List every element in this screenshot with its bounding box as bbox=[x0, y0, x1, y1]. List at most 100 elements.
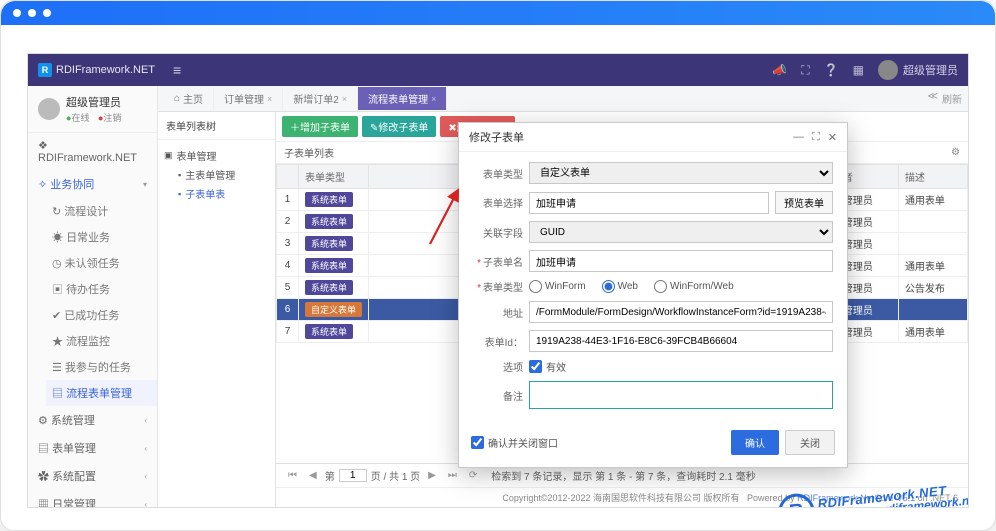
edit-subform-button[interactable]: ✎修改子表单 bbox=[362, 116, 436, 137]
hamburger-icon[interactable]: ≡ bbox=[173, 62, 181, 78]
user-status: ●在线 ●注销 bbox=[66, 111, 121, 124]
pager-next-icon[interactable]: ▶ bbox=[424, 470, 440, 481]
pager-prev-icon[interactable]: ◀ bbox=[305, 470, 321, 481]
label-sub-name: 子表单名 bbox=[473, 254, 523, 269]
ok-button[interactable]: 确认 bbox=[731, 430, 779, 455]
navbar-user-label[interactable]: 超级管理员 bbox=[903, 62, 958, 78]
sub-daily-biz[interactable]: ☀ 日常业务 bbox=[46, 224, 157, 250]
tree-root[interactable]: ▣表单管理 bbox=[162, 146, 271, 165]
tree-panel: 表单列表树 ▣表单管理 ▪主表单管理 ▪子表单表 bbox=[158, 112, 276, 507]
browser-titlebar bbox=[1, 1, 995, 25]
close-icon[interactable]: ✕ bbox=[828, 131, 837, 144]
chevron-left-icon: ‹ bbox=[144, 500, 147, 508]
pager-last-icon[interactable]: ⏭ bbox=[444, 470, 461, 481]
close-button[interactable]: 关闭 bbox=[785, 430, 835, 455]
pager-first-icon[interactable]: ⏮ bbox=[284, 470, 301, 481]
tab-orders[interactable]: 订单管理× bbox=[214, 87, 283, 110]
col-type: 表单类型 bbox=[299, 165, 369, 189]
type-pill[interactable]: 系统表单 bbox=[305, 324, 353, 339]
user-card: 超级管理员 ●在线 ●注销 bbox=[28, 86, 157, 133]
close-icon[interactable]: × bbox=[267, 94, 272, 104]
grid-subtitle: 子表单列表 bbox=[284, 145, 334, 160]
label-relation-field: 关联字段 bbox=[473, 225, 523, 240]
type-pill[interactable]: 系统表单 bbox=[305, 258, 353, 273]
sub-pending[interactable]: ▣ 待办任务 bbox=[46, 276, 157, 302]
workspace: 超级管理员 ●在线 ●注销 ❖ RDIFramework.NET ✧ 业务协同 … bbox=[28, 86, 968, 507]
close-after-save-checkbox[interactable]: 确认并关闭窗口 bbox=[471, 435, 558, 450]
sub-done[interactable]: ✔ 已成功任务 bbox=[46, 302, 157, 328]
traffic-dot bbox=[43, 9, 51, 17]
sub-flow-design[interactable]: ↻ 流程设计 bbox=[46, 198, 157, 224]
expand-icon[interactable]: ⛶ bbox=[801, 63, 809, 78]
home-icon: ⌂ bbox=[174, 93, 180, 104]
modal-title: 修改子表单 bbox=[469, 129, 524, 145]
form-type-select[interactable]: 自定义表单 bbox=[529, 162, 833, 184]
chevron-left-icon: ‹ bbox=[144, 416, 147, 425]
form-id-input[interactable] bbox=[529, 330, 833, 352]
sub-form-mgmt[interactable]: ▤ 流程表单管理 bbox=[46, 380, 157, 406]
sidebar-item-home[interactable]: ❖ RDIFramework.NET bbox=[28, 133, 157, 170]
radio-both[interactable]: WinForm/Web bbox=[654, 280, 734, 293]
edit-subform-modal: 修改子表单 — ⛶ ✕ 表单类型 自定义表单 bbox=[458, 122, 848, 468]
type-pill[interactable]: 自定义表单 bbox=[305, 302, 362, 317]
sidebar-submenu-workflow: ↻ 流程设计 ☀ 日常业务 ◷ 未认领任务 ▣ 待办任务 ✔ 已成功任务 ★ 流… bbox=[28, 198, 157, 406]
tab-flow-forms[interactable]: 流程表单管理× bbox=[358, 87, 447, 110]
copyright-link[interactable]: RDIFramework.NetCore-V5.1 bbox=[797, 493, 915, 503]
remark-input[interactable] bbox=[529, 381, 833, 409]
type-pill[interactable]: 系统表单 bbox=[305, 236, 353, 251]
sub-monitor[interactable]: ★ 流程监控 bbox=[46, 328, 157, 354]
preview-form-button[interactable]: 预览表单 bbox=[775, 191, 833, 214]
sidebar: 超级管理员 ●在线 ●注销 ❖ RDIFramework.NET ✧ 业务协同 … bbox=[28, 86, 158, 507]
tab-neworder2[interactable]: 新增订单2× bbox=[283, 87, 358, 110]
type-pill[interactable]: 系统表单 bbox=[305, 280, 353, 295]
minimize-icon[interactable]: — bbox=[793, 131, 804, 144]
logo-icon: R bbox=[38, 63, 52, 77]
sub-participated[interactable]: ☰ 我参与的任务 bbox=[46, 354, 157, 380]
tab-prev-icon[interactable]: ≪ bbox=[928, 91, 938, 106]
announce-icon[interactable]: 📣 bbox=[772, 63, 787, 77]
type-pill[interactable]: 系统表单 bbox=[305, 214, 353, 229]
tree-node-main[interactable]: ▪主表单管理 bbox=[176, 165, 271, 184]
sidebar-item-daily[interactable]: ▦ 日常管理‹ bbox=[28, 490, 157, 507]
brand-logo[interactable]: R RDIFramework.NET bbox=[38, 63, 155, 77]
radio-web[interactable]: Web bbox=[602, 280, 638, 293]
pager-page-input[interactable] bbox=[339, 469, 367, 482]
col-desc: 描述 bbox=[898, 165, 967, 189]
gear-icon[interactable]: ⚙ bbox=[951, 147, 960, 158]
sidebar-item-formmgmt[interactable]: ▤ 表单管理‹ bbox=[28, 434, 157, 462]
sidebar-item-sysmgmt[interactable]: ⚙ 系统管理‹ bbox=[28, 406, 157, 434]
grid-apps-icon[interactable]: ▦ bbox=[853, 63, 864, 77]
brand-text: RDIFramework.NET bbox=[56, 64, 155, 76]
sub-unclaimed[interactable]: ◷ 未认领任务 bbox=[46, 250, 157, 276]
relation-field-select[interactable]: GUID bbox=[529, 221, 833, 243]
sidebar-item-sysconf[interactable]: ✿ 系统配置‹ bbox=[28, 462, 157, 490]
url-input[interactable] bbox=[529, 301, 833, 323]
avatar[interactable] bbox=[878, 60, 898, 80]
tab-refresh[interactable]: 刷新 bbox=[942, 91, 962, 106]
sidebar-item-workflow[interactable]: ✧ 业务协同 ▾ bbox=[28, 170, 157, 198]
chevron-down-icon: ▾ bbox=[143, 180, 147, 189]
close-icon[interactable]: × bbox=[431, 94, 436, 104]
valid-checkbox[interactable]: 有效 bbox=[529, 359, 566, 374]
close-icon[interactable]: × bbox=[342, 94, 347, 104]
label-form-type: 表单类型 bbox=[473, 166, 523, 181]
col-index bbox=[277, 165, 299, 189]
sub-name-input[interactable] bbox=[529, 250, 833, 272]
pager-refresh-icon[interactable]: ⟳ bbox=[465, 470, 481, 481]
radio-winform[interactable]: WinForm bbox=[529, 280, 586, 293]
traffic-dot bbox=[13, 9, 21, 17]
maximize-icon[interactable]: ⛶ bbox=[812, 131, 820, 144]
add-subform-button[interactable]: ＋增加子表单 bbox=[282, 116, 358, 137]
avatar bbox=[38, 98, 60, 120]
modal-header[interactable]: 修改子表单 — ⛶ ✕ bbox=[459, 123, 847, 152]
main: ⌂主页 订单管理× 新增订单2× 流程表单管理× ≪ 刷新 表单列表树 bbox=[158, 86, 968, 507]
type-pill[interactable]: 系统表单 bbox=[305, 192, 353, 207]
label-display-type: 表单类型 bbox=[473, 279, 523, 294]
user-name: 超级管理员 bbox=[66, 94, 121, 110]
chevron-left-icon: ‹ bbox=[144, 444, 147, 453]
select-form-input[interactable] bbox=[529, 192, 769, 214]
tab-home[interactable]: ⌂主页 bbox=[164, 87, 214, 110]
traffic-dot bbox=[28, 9, 36, 17]
help-icon[interactable]: ❔ bbox=[824, 63, 839, 77]
tree-node-sub[interactable]: ▪子表单表 bbox=[176, 184, 271, 203]
